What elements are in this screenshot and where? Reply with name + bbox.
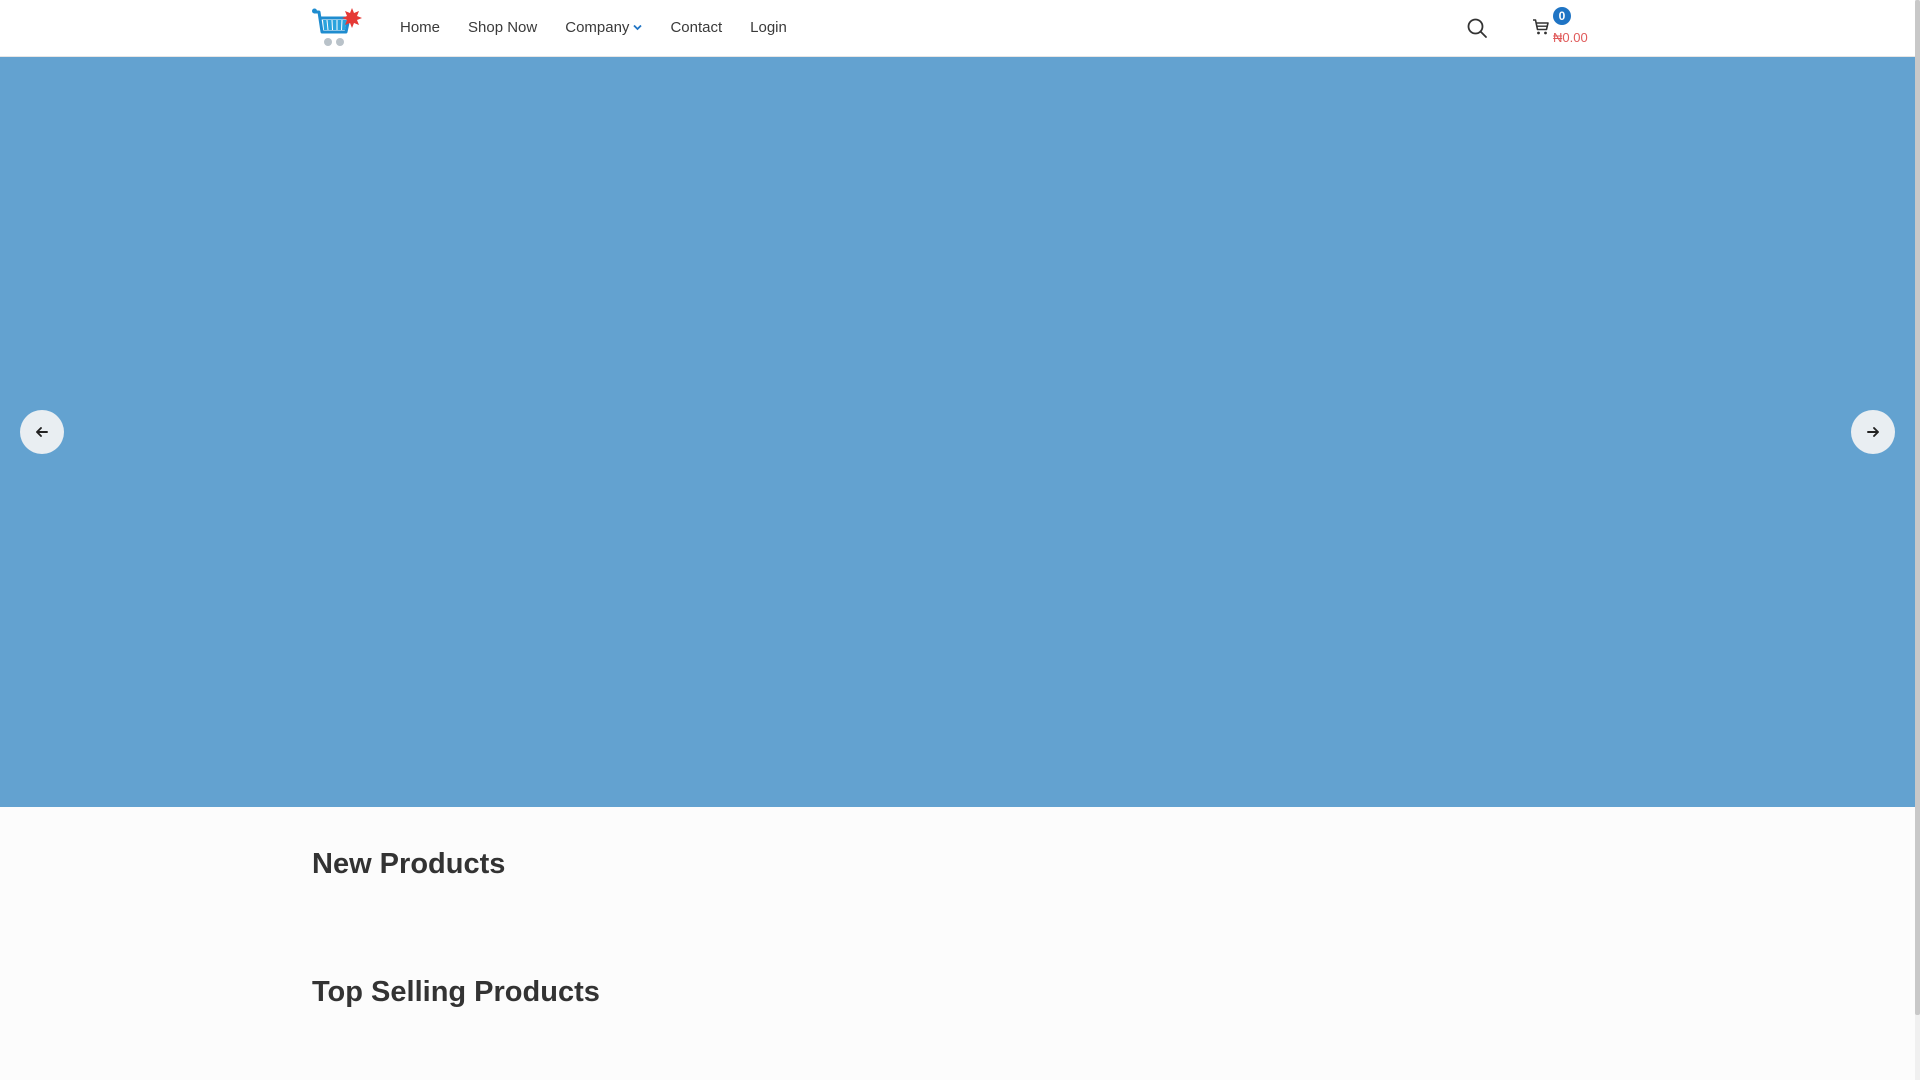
nav-shop-now[interactable]: Shop Now <box>468 19 537 36</box>
top-selling-products-heading: Top Selling Products <box>312 976 600 1008</box>
slider-prev-button[interactable] <box>20 410 64 454</box>
cart-total[interactable]: ₦0.00 <box>1553 30 1588 45</box>
page: Home Shop Now Company Contact Login 0 ₦0… <box>0 0 1915 1080</box>
cart-icon[interactable] <box>1532 18 1550 36</box>
nav-shop-now-label: Shop Now <box>468 18 538 36</box>
nav-contact[interactable]: Contact <box>670 19 722 36</box>
nav-company[interactable]: Company <box>565 18 643 36</box>
scrollbar-thumb[interactable] <box>1915 0 1920 1015</box>
search-icon[interactable] <box>1466 17 1488 39</box>
nav-contact-label: Contact <box>670 18 723 36</box>
site-logo[interactable] <box>312 6 364 48</box>
page-scrollbar[interactable] <box>1915 0 1920 1080</box>
hero-slider[interactable] <box>0 57 1915 807</box>
slider-next-button[interactable] <box>1851 410 1895 454</box>
new-products-heading: New Products <box>312 848 506 880</box>
cart-count-badge[interactable]: 0 <box>1553 7 1571 25</box>
shopping-cart-logo-icon <box>312 8 362 46</box>
nav-home-label: Home <box>400 18 441 36</box>
nav-home[interactable]: Home <box>400 19 440 36</box>
arrow-left-icon <box>36 427 48 437</box>
nav-login-label: Login <box>750 18 787 36</box>
main-nav: Home Shop Now Company Contact Login <box>400 0 815 54</box>
nav-login[interactable]: Login <box>750 19 787 36</box>
site-header: Home Shop Now Company Contact Login 0 ₦0… <box>0 0 1915 57</box>
arrow-right-icon <box>1867 427 1879 437</box>
chevron-down-icon <box>633 24 643 31</box>
nav-company-label: Company <box>565 18 630 36</box>
